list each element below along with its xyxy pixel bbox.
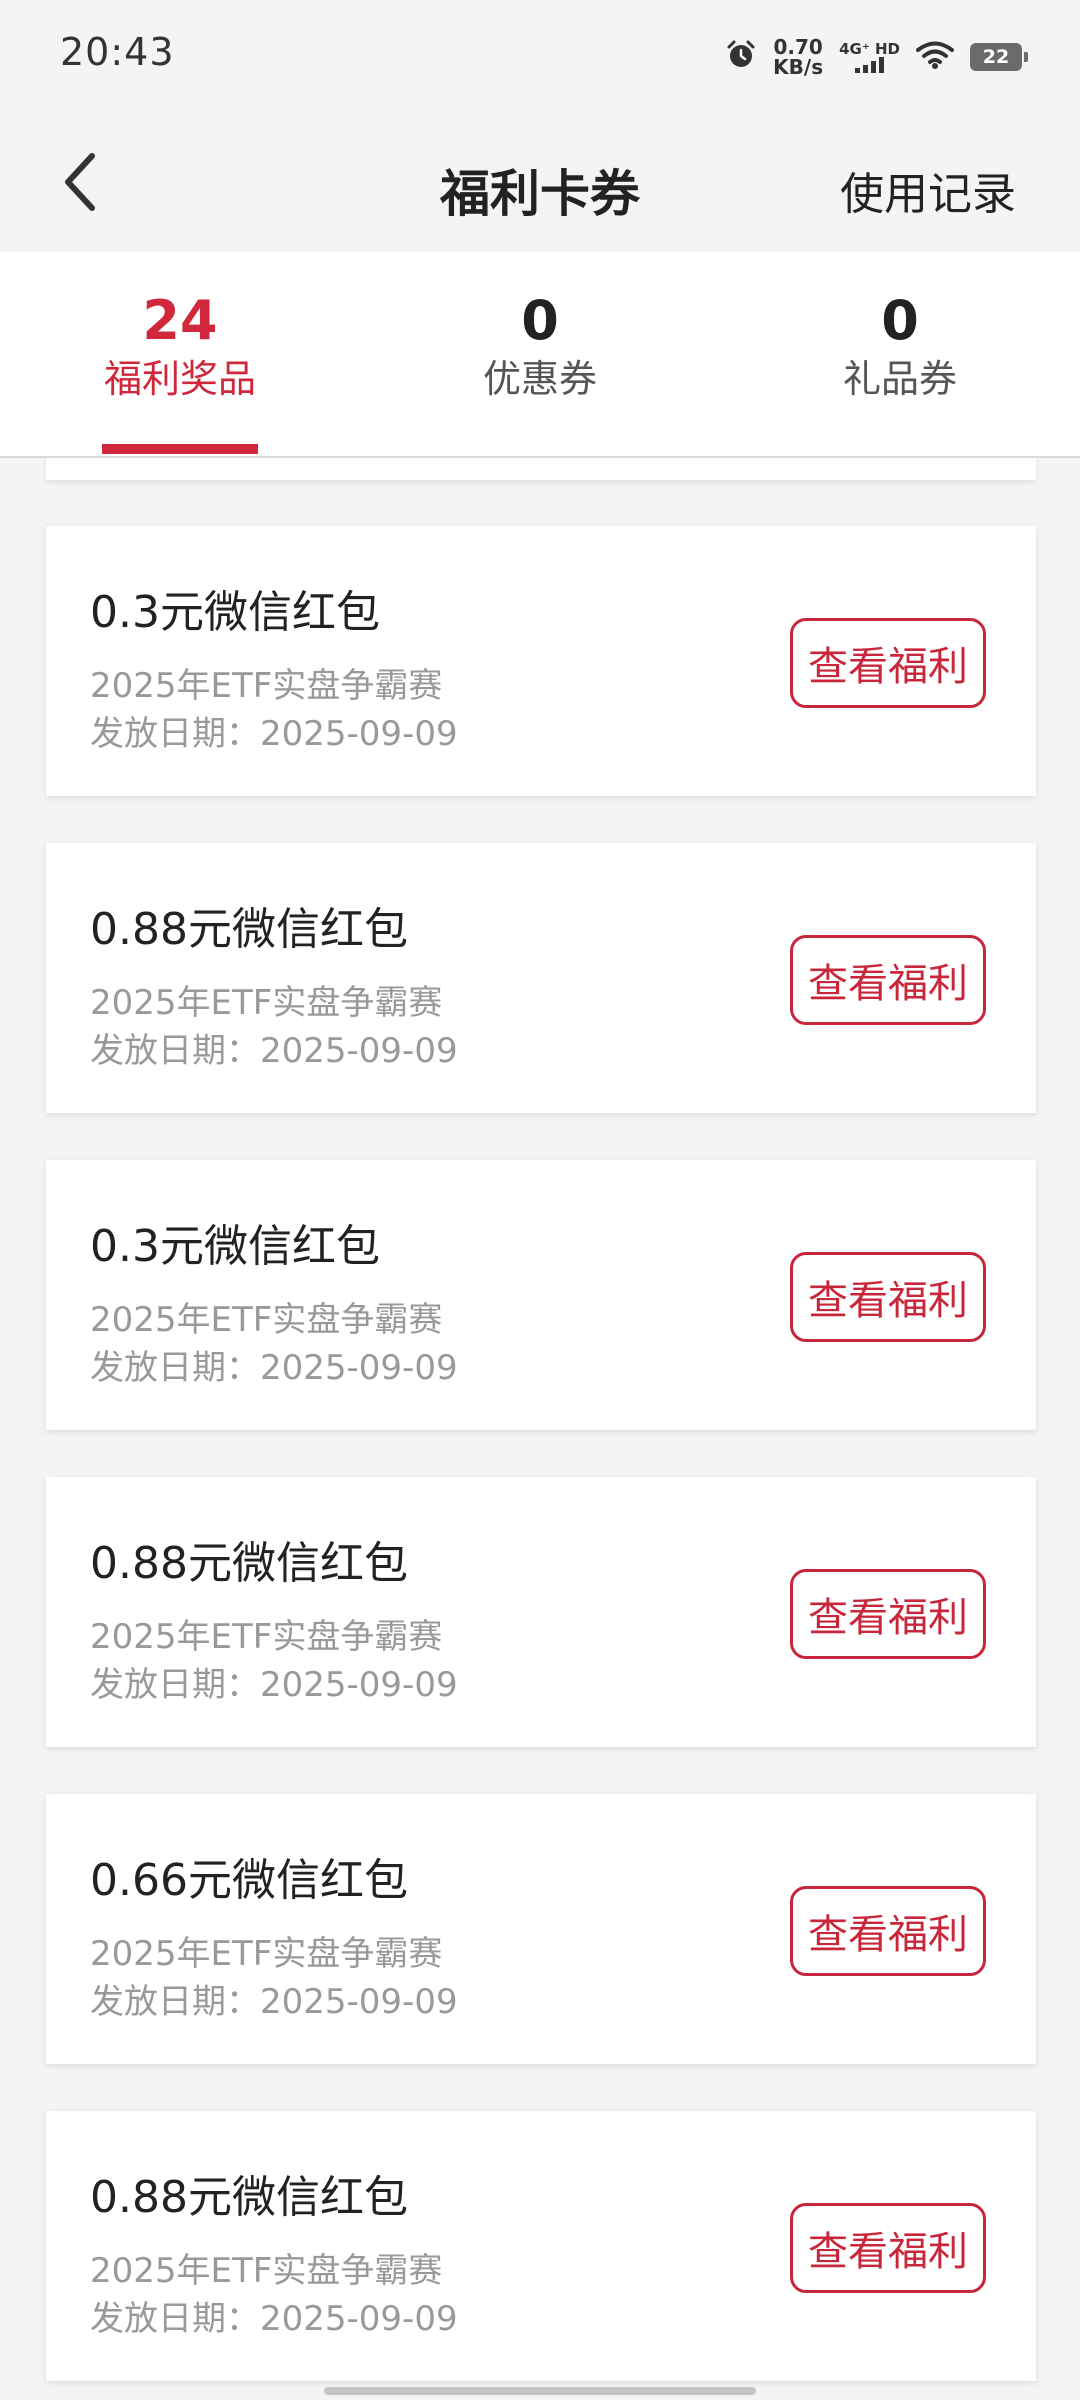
- card-event: 2025年ETF实盘争霸赛: [90, 666, 443, 706]
- card-title: 0.88元微信红包: [90, 2172, 408, 2223]
- network-speed-unit: KB/s: [773, 55, 824, 79]
- card-event: 2025年ETF实盘争霸赛: [90, 2251, 443, 2291]
- welfare-card: 0.88元微信红包 2025年ETF实盘争霸赛 发放日期：2025-09-09 …: [46, 843, 1036, 1113]
- tab-gift-vouchers[interactable]: 0 礼品券: [800, 252, 1000, 456]
- card-partial: [46, 458, 1036, 480]
- alarm-icon: [725, 39, 757, 75]
- card-title: 0.3元微信红包: [90, 587, 380, 638]
- network-speed: 0.70 KB/s: [773, 37, 823, 77]
- view-welfare-button[interactable]: 查看福利: [790, 935, 986, 1025]
- network-speed-value: 0.70: [773, 35, 823, 59]
- view-welfare-button[interactable]: 查看福利: [790, 1569, 986, 1659]
- cellular-signal: 4G⁺ HD: [839, 41, 900, 73]
- card-date: 发放日期：2025-09-09: [90, 1982, 458, 2022]
- welfare-card: 0.66元微信红包 2025年ETF实盘争霸赛 发放日期：2025-09-09 …: [46, 1794, 1036, 2064]
- card-title: 0.66元微信红包: [90, 1855, 408, 1906]
- welfare-card: 0.3元微信红包 2025年ETF实盘争霸赛 发放日期：2025-09-09 查…: [46, 526, 1036, 796]
- signal-bars-icon: [855, 57, 885, 73]
- tab-label: 优惠券: [482, 357, 597, 401]
- header: 福利卡券 使用记录: [0, 112, 1080, 252]
- card-title: 0.88元微信红包: [90, 1538, 408, 1589]
- welfare-card: 0.88元微信红包 2025年ETF实盘争霸赛 发放日期：2025-09-09 …: [46, 2111, 1036, 2381]
- card-date: 发放日期：2025-09-09: [90, 1665, 458, 1705]
- battery-level: 22: [982, 46, 1010, 68]
- card-event: 2025年ETF实盘争霸赛: [90, 983, 443, 1023]
- card-event: 2025年ETF实盘争霸赛: [90, 1617, 443, 1657]
- tab-label: 礼品券: [842, 357, 957, 401]
- battery-icon: 22: [970, 43, 1028, 71]
- welfare-list[interactable]: 0.3元微信红包 2025年ETF实盘争霸赛 发放日期：2025-09-09 查…: [0, 458, 1080, 2400]
- card-title: 0.3元微信红包: [90, 1221, 380, 1272]
- network-type: 4G⁺ HD: [839, 40, 900, 58]
- view-welfare-button[interactable]: 查看福利: [790, 618, 986, 708]
- tab-count: 0: [521, 289, 559, 352]
- screen: 20:43 0.70 KB/s 4G⁺ HD 22 福利卡券 使用记录 24 福…: [0, 0, 1080, 2400]
- tab-welfare-prizes[interactable]: 24 福利奖品: [80, 252, 280, 456]
- active-tab-indicator: [102, 444, 258, 454]
- card-event: 2025年ETF实盘争霸赛: [90, 1934, 443, 1974]
- home-indicator[interactable]: [324, 2387, 756, 2395]
- view-welfare-button[interactable]: 查看福利: [790, 1252, 986, 1342]
- view-welfare-button[interactable]: 查看福利: [790, 1886, 986, 1976]
- tab-label: 福利奖品: [103, 357, 256, 401]
- usage-history-link[interactable]: 使用记录: [840, 158, 1016, 222]
- tab-count: 24: [142, 289, 218, 352]
- status-icons: 0.70 KB/s 4G⁺ HD 22: [725, 32, 1028, 82]
- welfare-card: 0.88元微信红包 2025年ETF实盘争霸赛 发放日期：2025-09-09 …: [46, 1477, 1036, 1747]
- card-date: 发放日期：2025-09-09: [90, 2299, 458, 2339]
- card-title: 0.88元微信红包: [90, 904, 408, 955]
- tab-coupons[interactable]: 0 优惠券: [440, 252, 640, 456]
- card-date: 发放日期：2025-09-09: [90, 714, 458, 754]
- wifi-icon: [916, 40, 954, 74]
- card-date: 发放日期：2025-09-09: [90, 1348, 458, 1388]
- status-bar: 20:43 0.70 KB/s 4G⁺ HD 22: [0, 0, 1080, 112]
- view-welfare-button[interactable]: 查看福利: [790, 2203, 986, 2293]
- tab-bar: 24 福利奖品 0 优惠券 0 礼品券: [0, 252, 1080, 458]
- tab-count: 0: [881, 289, 919, 352]
- card-event: 2025年ETF实盘争霸赛: [90, 1300, 443, 1340]
- card-date: 发放日期：2025-09-09: [90, 1031, 458, 1071]
- status-time: 20:43: [60, 30, 175, 74]
- welfare-card: 0.3元微信红包 2025年ETF实盘争霸赛 发放日期：2025-09-09 查…: [46, 1160, 1036, 1430]
